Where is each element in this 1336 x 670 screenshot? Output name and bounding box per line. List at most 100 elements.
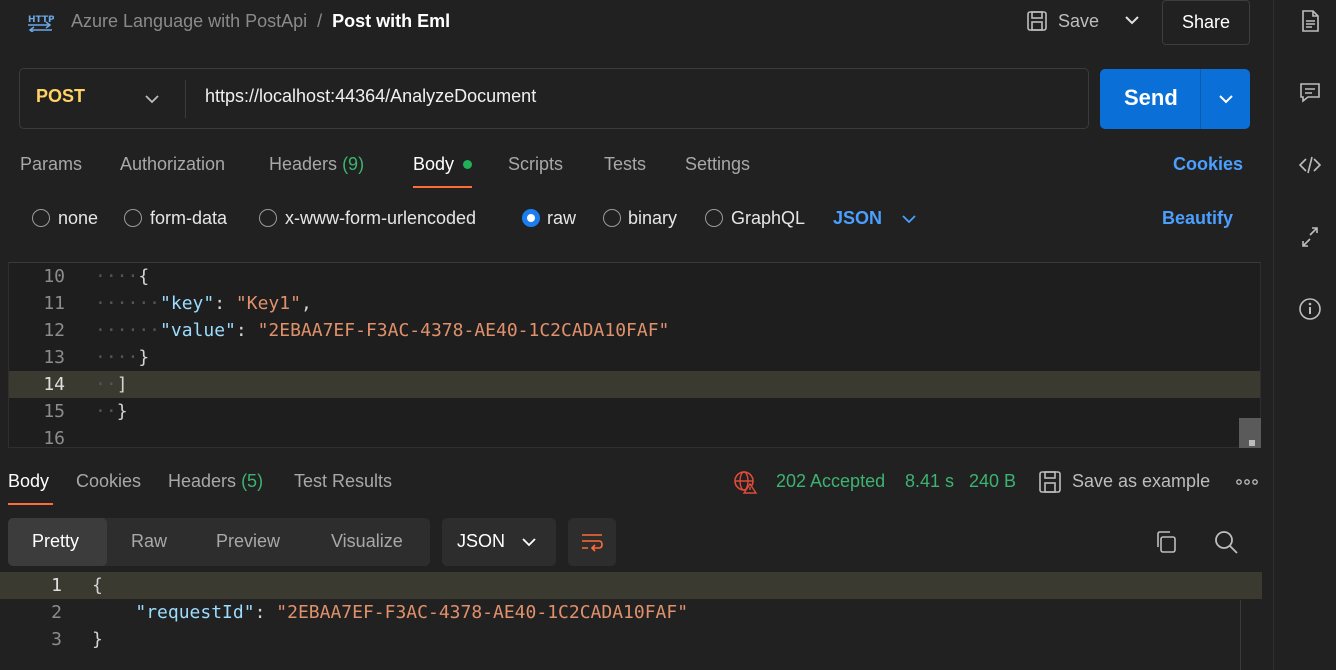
chevron-down-icon[interactable] [1122, 10, 1142, 30]
response-status[interactable]: 202 Accepted [776, 471, 885, 492]
method-select[interactable]: POST [36, 86, 85, 107]
code-text: ····} [95, 347, 150, 368]
tab-body[interactable]: Body [413, 154, 454, 175]
line-number: 16 [43, 428, 65, 448]
line-number: 10 [43, 266, 65, 287]
save-disk-icon [1027, 11, 1047, 31]
body-format-select[interactable]: JSON [833, 208, 882, 229]
view-raw[interactable]: Raw [131, 531, 167, 552]
code-text: ··} [95, 401, 128, 422]
http-logo-icon: HTTP [28, 15, 54, 32]
beautify-button[interactable]: Beautify [1162, 208, 1233, 229]
body-modified-dot [463, 160, 472, 169]
url-bar [19, 68, 1089, 129]
url-input[interactable]: https://localhost:44364/AnalyzeDocument [205, 86, 536, 107]
code-text: { [92, 575, 103, 596]
line-number: 3 [51, 629, 62, 650]
request-body-editor[interactable]: 10 ····{ 11 ······"key": "Key1", 12 ······"va… [8, 262, 1261, 448]
radio-graphql-label[interactable]: GraphQL [731, 208, 805, 229]
code-text: "requestId": "2EBAA7EF-F3AC-4378-AE40-1C… [135, 602, 689, 623]
breadcrumb-separator: / [317, 10, 323, 31]
tab-params[interactable]: Params [20, 154, 82, 175]
view-preview[interactable]: Preview [216, 531, 280, 552]
code-text: ······"value": "2EBAA7EF-F3AC-4378-AE40-… [95, 320, 670, 341]
save-as-example-button[interactable]: Save as example [1072, 471, 1210, 492]
response-tab-cookies[interactable]: Cookies [76, 471, 141, 492]
search-icon[interactable] [1213, 529, 1239, 555]
response-time[interactable]: 8.41 s [905, 471, 954, 492]
editor-resize-handle[interactable] [1249, 440, 1255, 446]
wrap-lines-icon[interactable] [580, 530, 604, 554]
tab-headers[interactable]: Headers (9) [269, 154, 364, 175]
response-headers-count: (5) [241, 471, 264, 491]
save-disk-icon[interactable] [1038, 470, 1062, 494]
radio-graphql[interactable] [705, 209, 723, 227]
info-icon[interactable] [1298, 297, 1322, 321]
radio-binary[interactable] [603, 209, 621, 227]
radio-raw[interactable] [522, 209, 540, 227]
response-tab-headers-label: Headers [168, 471, 237, 491]
network-globe-icon[interactable] [733, 470, 757, 494]
radio-urlencoded-label[interactable]: x-www-form-urlencoded [285, 208, 476, 229]
editor-line[interactable]: 11 ······"key": "Key1", [9, 290, 1260, 317]
editor-line[interactable]: 10 ····{ [9, 263, 1260, 290]
response-line[interactable]: 3} [0, 626, 1262, 653]
radio-form-data[interactable] [124, 209, 142, 227]
breadcrumb: Azure Language with PostApi / Post with … [71, 9, 450, 33]
chevron-down-icon[interactable] [143, 90, 161, 108]
view-visualize[interactable]: Visualize [331, 531, 403, 552]
more-options-icon[interactable] [1236, 476, 1258, 488]
share-button[interactable]: Share [1162, 0, 1250, 45]
line-number: 11 [43, 293, 65, 314]
right-sidebar [1273, 0, 1336, 670]
radio-none[interactable] [32, 209, 50, 227]
response-tab-body[interactable]: Body [8, 471, 49, 492]
view-pretty[interactable]: Pretty [32, 531, 79, 552]
code-text: ······"key": "Key1", [95, 293, 312, 314]
chevron-down-icon[interactable] [1216, 89, 1236, 109]
response-line[interactable]: 1{ [0, 572, 1262, 599]
document-icon[interactable] [1298, 9, 1322, 33]
response-line[interactable]: 2 "requestId": "2EBAA7EF-F3AC-4378-AE40-… [0, 599, 1262, 626]
arrows-icon[interactable] [1298, 225, 1322, 249]
headers-count: (9) [342, 154, 365, 174]
response-tab-headers[interactable]: Headers (5) [168, 471, 263, 492]
send-label[interactable]: Send [1124, 85, 1178, 111]
svg-text:HTTP: HTTP [28, 15, 54, 25]
radio-urlencoded[interactable] [259, 209, 277, 227]
cookies-link[interactable]: Cookies [1173, 154, 1243, 175]
tab-tests[interactable]: Tests [604, 154, 646, 175]
editor-line[interactable]: 13 ····} [9, 344, 1260, 371]
breadcrumb-request-name[interactable]: Post with Eml [332, 11, 450, 32]
chevron-down-icon[interactable] [520, 533, 538, 551]
response-size[interactable]: 240 B [969, 471, 1016, 492]
response-tab-test-results[interactable]: Test Results [294, 471, 392, 492]
line-number: 2 [51, 602, 62, 623]
active-tab-underline [413, 186, 472, 188]
editor-line[interactable]: 15 ··} [9, 398, 1260, 425]
response-scrollbar-track [1240, 600, 1241, 670]
radio-binary-label[interactable]: binary [628, 208, 677, 229]
radio-form-data-label[interactable]: form-data [150, 208, 227, 229]
editor-line[interactable]: 16 [9, 425, 1260, 448]
save-button[interactable]: Save [1026, 4, 1099, 38]
radio-none-label[interactable]: none [58, 208, 98, 229]
code-icon[interactable] [1298, 153, 1322, 177]
breadcrumb-collection[interactable]: Azure Language with PostApi [71, 11, 307, 32]
send-divider [1200, 69, 1201, 129]
chevron-down-icon[interactable] [900, 210, 918, 228]
line-number: 14 [43, 374, 65, 395]
editor-line[interactable]: 14 ··] [9, 371, 1260, 398]
editor-line[interactable]: 12 ······"value": "2EBAA7EF-F3AC-4378-AE4… [9, 317, 1260, 344]
tab-headers-label: Headers [269, 154, 338, 174]
tab-authorization[interactable]: Authorization [120, 154, 225, 175]
response-body-viewer[interactable]: 1{2 "requestId": "2EBAA7EF-F3AC-4378-AE4… [0, 572, 1262, 670]
response-format-label[interactable]: JSON [457, 531, 505, 552]
tab-scripts[interactable]: Scripts [508, 154, 563, 175]
code-text: ····{ [95, 266, 150, 287]
radio-raw-label[interactable]: raw [547, 208, 576, 229]
copy-icon[interactable] [1154, 530, 1178, 554]
comment-icon[interactable] [1298, 80, 1322, 104]
code-text: } [92, 629, 103, 650]
tab-settings[interactable]: Settings [685, 154, 750, 175]
